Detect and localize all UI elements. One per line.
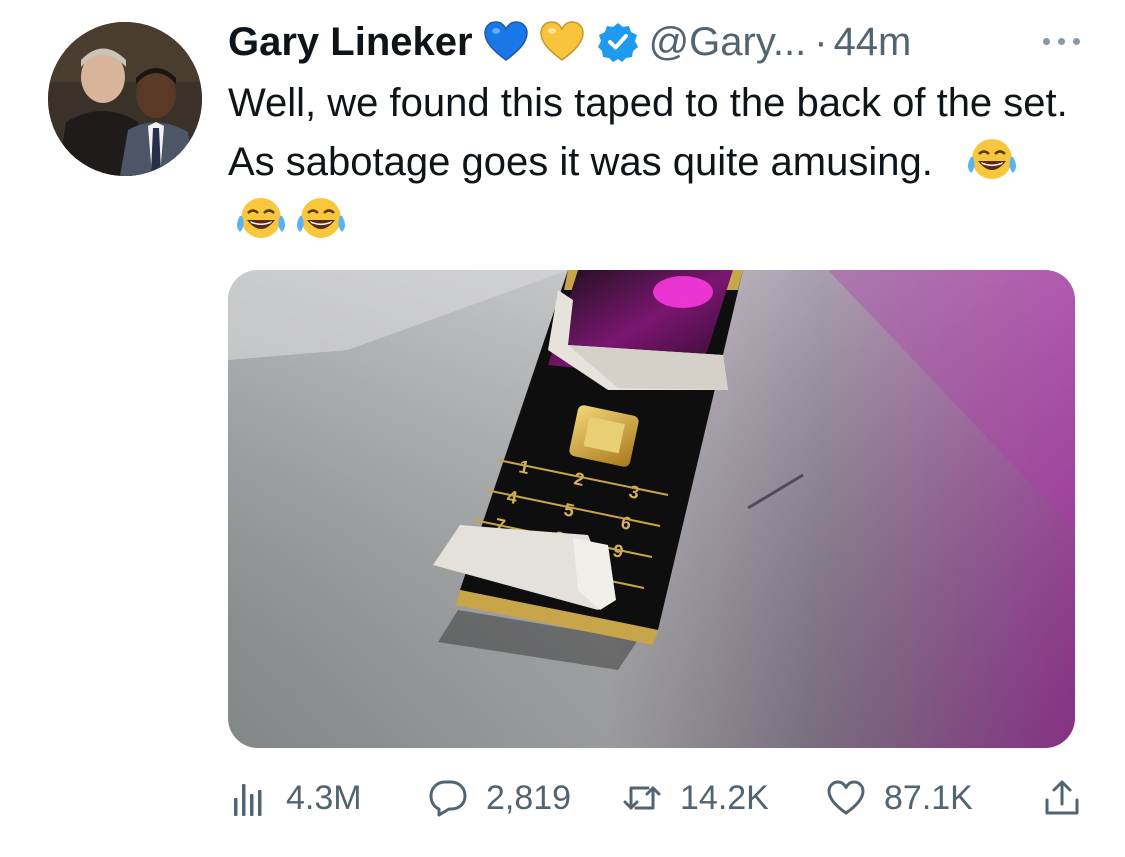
retweet-button[interactable]: 14.2K — [622, 768, 769, 828]
laughing-tears-icon — [294, 196, 348, 242]
phone-photo: 1 2 3 4 5 6 7 8 9 — [228, 270, 1075, 748]
yellow-heart-icon — [539, 19, 585, 65]
tweet-text: Well, we found this taped to the back of… — [228, 74, 1068, 251]
tweet-timestamp[interactable]: 44m — [834, 20, 912, 65]
retweet-icon — [622, 778, 662, 818]
heart-outline-icon — [826, 778, 866, 818]
tweet-body: Well, we found this taped to the back of… — [228, 81, 1068, 184]
blue-heart-icon — [483, 19, 529, 65]
like-count: 87.1K — [884, 778, 973, 817]
analytics-icon — [228, 778, 268, 818]
verified-badge-icon[interactable] — [597, 21, 639, 63]
views-count: 4.3M — [286, 778, 362, 817]
tweet-media-image[interactable]: 1 2 3 4 5 6 7 8 9 — [228, 270, 1075, 748]
reply-count: 2,819 — [486, 778, 572, 817]
avatar-image — [48, 22, 202, 176]
more-options-icon[interactable] — [1039, 28, 1085, 58]
laughing-tears-icon — [965, 137, 1019, 183]
tweet-header: Gary Lineker @Gary... · 44m — [228, 14, 1085, 70]
views-button[interactable]: 4.3M — [228, 768, 362, 828]
share-icon — [1042, 778, 1082, 818]
author-handle[interactable]: @Gary... — [649, 20, 807, 65]
tweet-actions: 4.3M 2,819 14.2K 87.1K — [228, 768, 1088, 828]
like-button[interactable]: 87.1K — [826, 768, 973, 828]
reply-icon — [428, 778, 468, 818]
reply-button[interactable]: 2,819 — [428, 768, 571, 828]
separator-dot: · — [814, 19, 828, 64]
author-name[interactable]: Gary Lineker — [228, 20, 473, 65]
retweet-count: 14.2K — [680, 778, 769, 817]
avatar[interactable] — [48, 22, 202, 176]
laughing-tears-icon — [234, 196, 288, 242]
share-button[interactable] — [1042, 768, 1082, 828]
